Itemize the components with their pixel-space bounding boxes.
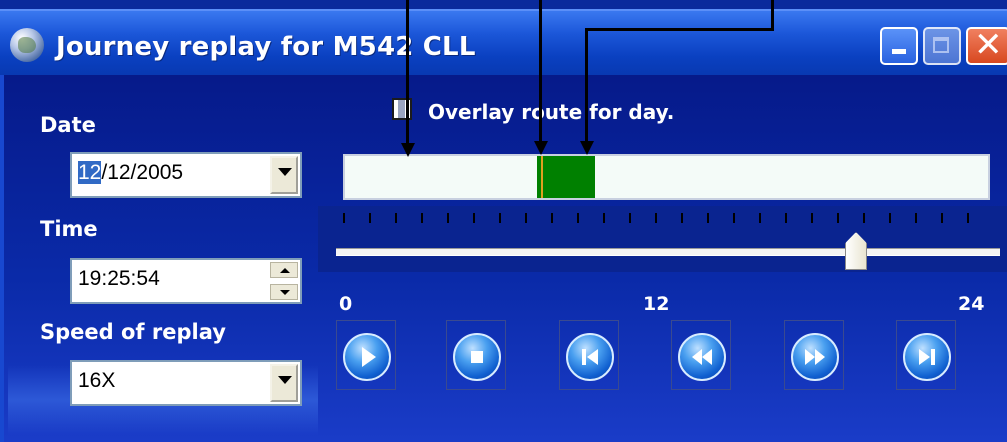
skip-forward-icon: [919, 349, 935, 365]
slider-tick: [421, 213, 423, 223]
scale-label-end: 24: [958, 293, 985, 315]
time-slider-track[interactable]: [336, 248, 1000, 256]
time-spinner[interactable]: [270, 262, 298, 300]
slider-tick: [447, 213, 449, 223]
slider-tick: [343, 213, 345, 223]
slider-tick: [369, 213, 371, 223]
day-route-bar: [343, 154, 990, 200]
fast-forward-icon: [805, 349, 825, 365]
slider-tick: [655, 213, 657, 223]
spin-up-icon[interactable]: [270, 262, 298, 278]
annotation-arrow-3-head: [580, 141, 594, 155]
date-value-rest: /12/2005: [101, 161, 184, 184]
slider-tick: [603, 213, 605, 223]
rewind-icon: [692, 349, 712, 365]
route-segment: [537, 156, 595, 198]
time-label: Time: [40, 217, 98, 241]
window-title: Journey replay for M542 CLL: [56, 32, 476, 62]
time-value[interactable]: 19:25:54: [78, 266, 160, 292]
spin-down-icon[interactable]: [270, 284, 298, 300]
date-day-selected: 12: [78, 161, 102, 184]
current-time-marker: [541, 156, 543, 198]
annotation-arrow-1-head: [401, 143, 415, 157]
title-bar[interactable]: Journey replay for M542 CLL ✕: [0, 9, 1007, 77]
skip-forward-button[interactable]: [896, 320, 956, 390]
overlay-route-label[interactable]: Overlay route for day.: [428, 100, 674, 124]
date-picker[interactable]: 12/12/2005: [70, 152, 302, 198]
annotation-arrow-1-line: [406, 0, 409, 145]
maximize-icon: [933, 37, 949, 53]
play-icon: [362, 347, 376, 367]
annotation-arrow-3-line: [585, 28, 588, 144]
stop-button[interactable]: [446, 320, 506, 390]
skip-back-icon: [582, 349, 598, 365]
speed-value: 16X: [78, 369, 116, 392]
slider-tick: [707, 213, 709, 223]
annotation-arrow-3-riser: [771, 0, 774, 30]
rewind-button[interactable]: [671, 320, 731, 390]
maximize-button[interactable]: [923, 27, 961, 65]
scale-label-mid: 12: [643, 293, 670, 315]
close-button[interactable]: ✕: [966, 27, 1007, 65]
annotation-arrow-2-head: [534, 141, 548, 155]
slider-tick: [733, 213, 735, 223]
slider-tick: [759, 213, 761, 223]
slider-tick: [473, 213, 475, 223]
slider-tick: [499, 213, 501, 223]
slider-tick: [967, 213, 969, 223]
minimize-button[interactable]: [880, 27, 918, 65]
close-icon: ✕: [974, 25, 1003, 65]
slider-tick: [395, 213, 397, 223]
slider-tick: [837, 213, 839, 223]
scale-label-start: 0: [339, 293, 353, 315]
slider-tick: [915, 213, 917, 223]
date-label: Date: [40, 113, 96, 137]
speed-dropdown-button[interactable]: [270, 364, 298, 402]
annotation-arrow-2-line: [539, 0, 542, 143]
slider-tick: [525, 213, 527, 223]
minimize-icon: [892, 49, 906, 54]
time-field[interactable]: 19:25:54: [70, 258, 302, 304]
slider-tick: [811, 213, 813, 223]
date-value[interactable]: 12/12/2005: [78, 160, 183, 186]
speed-label: Speed of replay: [40, 320, 226, 344]
speed-select[interactable]: 16X: [70, 360, 302, 406]
annotation-arrow-3-connector: [585, 28, 774, 31]
globe-icon: [10, 28, 44, 62]
fast-forward-button[interactable]: [784, 320, 844, 390]
slider-tick: [889, 213, 891, 223]
stop-icon: [471, 351, 483, 363]
date-dropdown-button[interactable]: [270, 156, 298, 194]
slider-tick: [551, 213, 553, 223]
slider-tick: [629, 213, 631, 223]
journey-replay-window: Journey replay for M542 CLL ✕ Date 12/12…: [0, 0, 1007, 442]
slider-tick: [785, 213, 787, 223]
slider-tick: [941, 213, 943, 223]
overlay-route-checkbox[interactable]: [392, 98, 412, 120]
play-button[interactable]: [336, 320, 396, 390]
slider-tick: [577, 213, 579, 223]
slider-tick: [681, 213, 683, 223]
skip-back-button[interactable]: [559, 320, 619, 390]
slider-tick: [863, 213, 865, 223]
